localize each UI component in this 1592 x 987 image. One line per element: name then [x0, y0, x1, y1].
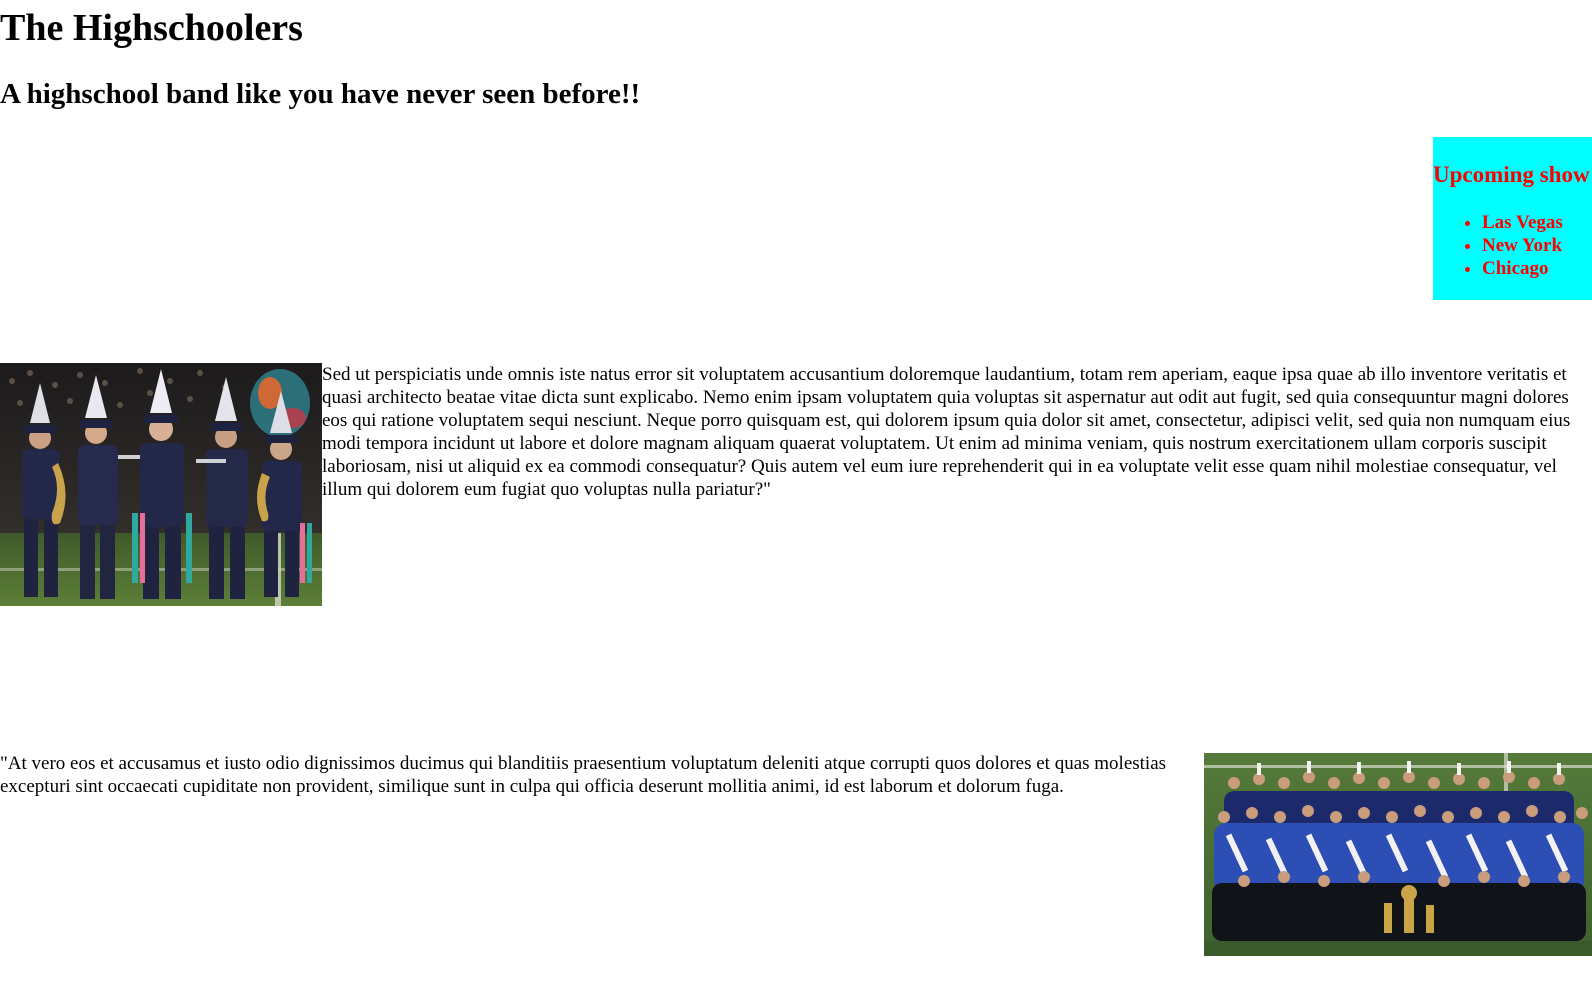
show-city-las-vegas: Las Vegas: [1482, 211, 1563, 234]
upcoming-shows-list: Las Vegas New York Chicago: [1433, 211, 1563, 280]
marching-band-performance-photo: [0, 363, 322, 606]
band-group-image: [1204, 753, 1592, 956]
site-tagline: A highschool band like you have never se…: [0, 78, 641, 110]
section-1-text: Sed ut perspiciatis unde omnis iste natu…: [322, 364, 1571, 500]
site-title: The Highschoolers: [0, 7, 303, 49]
band-group-photo: [1204, 753, 1592, 956]
section-2-text: "At vero eos et accusamus et iusto odio …: [0, 753, 1167, 797]
show-city-chicago: Chicago: [1482, 257, 1563, 280]
upcoming-shows-heading: Upcoming show: [1433, 162, 1590, 187]
show-city-new-york: New York: [1482, 234, 1563, 257]
page: The Highschoolers A highschool band like…: [0, 0, 1592, 987]
upcoming-shows-panel: Upcoming show Las Vegas New York Chicago: [1433, 137, 1592, 300]
marching-band-performance-image: [0, 363, 322, 606]
